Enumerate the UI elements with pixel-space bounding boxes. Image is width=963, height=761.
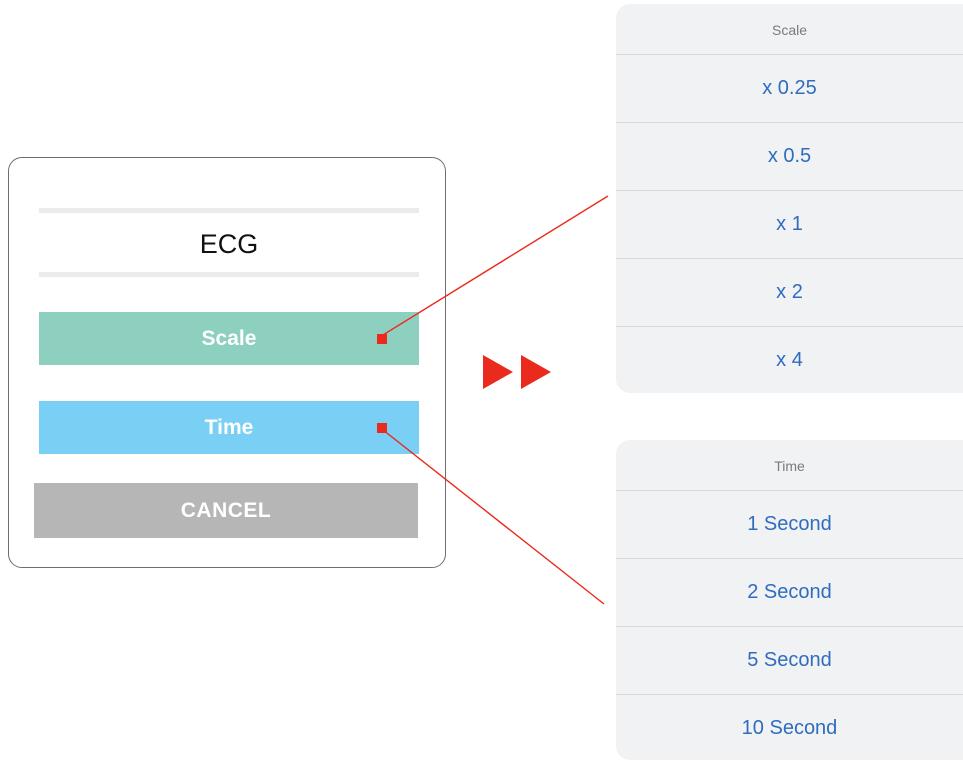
- time-button-label: Time: [204, 416, 254, 439]
- time-action-sheet: Time 1 Second 2 Second 5 Second 10 Secon…: [616, 440, 963, 760]
- time-button[interactable]: Time: [39, 401, 419, 454]
- red-square-marker-icon: [377, 423, 387, 433]
- scale-sheet-header: Scale: [616, 4, 963, 55]
- title-divider-bottom: [39, 272, 419, 277]
- scale-option[interactable]: x 1: [616, 191, 963, 259]
- double-play-arrow-icon: [483, 355, 551, 389]
- cancel-button[interactable]: CANCEL: [34, 483, 418, 538]
- scale-option[interactable]: x 4: [616, 327, 963, 393]
- time-option[interactable]: 10 Second: [616, 695, 963, 760]
- time-sheet-header: Time: [616, 440, 963, 491]
- time-option[interactable]: 2 Second: [616, 559, 963, 627]
- ecg-settings-dialog: ECG Scale Time CANCEL: [8, 157, 446, 568]
- dialog-title: ECG: [199, 229, 259, 259]
- title-divider-top: [39, 208, 419, 213]
- scale-option[interactable]: x 0.5: [616, 123, 963, 191]
- scale-button-label: Scale: [201, 327, 257, 350]
- scale-button[interactable]: Scale: [39, 312, 419, 365]
- scale-option[interactable]: x 2: [616, 259, 963, 327]
- time-option[interactable]: 1 Second: [616, 491, 963, 559]
- time-option[interactable]: 5 Second: [616, 627, 963, 695]
- red-square-marker-icon: [377, 334, 387, 344]
- scale-option[interactable]: x 0.25: [616, 55, 963, 123]
- scale-action-sheet: Scale x 0.25 x 0.5 x 1 x 2 x 4: [616, 4, 963, 393]
